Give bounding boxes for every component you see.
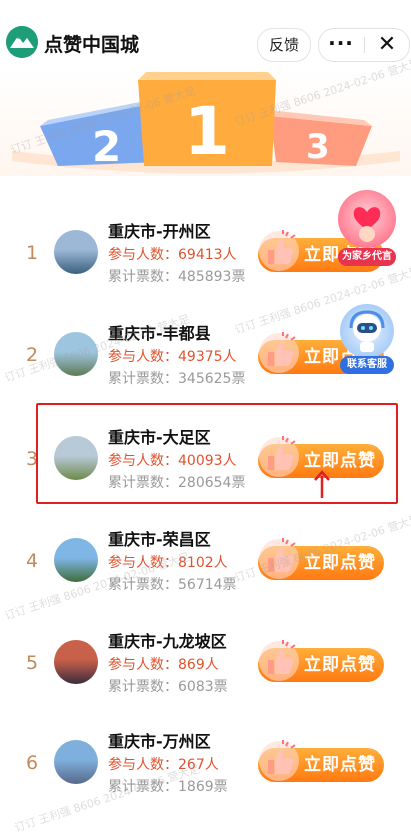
vote-button[interactable]: 立即点赞 <box>258 740 384 782</box>
arrow-annotation <box>314 470 330 498</box>
city-name: 重庆市-开州区 <box>108 222 211 241</box>
participant-count: 参与人数：869人 <box>108 657 219 673</box>
participant-count: 参与人数：69413人 <box>108 247 237 263</box>
hometown-endorse-label[interactable]: 为家乡代言 <box>338 248 396 266</box>
city-thumbnail <box>54 538 98 582</box>
vote-total: 累计票数：6083票 <box>108 679 228 695</box>
customer-service-label[interactable]: 联系客服 <box>340 356 394 374</box>
hometown-endorse-icon[interactable] <box>338 190 396 248</box>
customer-service-robot-icon[interactable] <box>340 304 394 358</box>
rank-number: 4 <box>25 550 39 572</box>
vote-button[interactable]: 立即点赞 <box>258 640 384 682</box>
podium-number-1: 1 <box>184 93 230 170</box>
vote-total: 累计票数：345625票 <box>108 371 246 387</box>
rank-number: 6 <box>25 752 39 774</box>
thumbs-up-hand-icon <box>259 640 299 681</box>
app-logo <box>6 26 38 58</box>
thumbs-up-hand-icon <box>259 740 299 781</box>
mini-program-capsule: ··· ✕ <box>318 28 410 62</box>
close-icon[interactable]: ✕ <box>365 29 409 61</box>
vote-button-label: 立即点赞 <box>304 755 376 775</box>
podium-number-3: 3 <box>306 127 330 167</box>
vote-button-label: 立即点赞 <box>304 655 376 675</box>
thumbs-up-hand-icon <box>259 332 299 373</box>
city-thumbnail <box>54 230 98 274</box>
feedback-button[interactable]: 反馈 <box>257 28 311 62</box>
more-icon[interactable]: ··· <box>319 29 363 61</box>
vote-total: 累计票数：485893票 <box>108 269 246 285</box>
ranking-row: 6 重庆市-万州区 参与人数：267人 累计票数：1869票 立即点赞 <box>0 712 411 812</box>
ranking-row: 5 重庆市-九龙坡区 参与人数：869人 累计票数：6083票 立即点赞 <box>0 612 411 712</box>
city-thumbnail <box>54 740 98 784</box>
rank-number: 5 <box>25 652 39 674</box>
app-title: 点赞中国城 <box>44 34 140 56</box>
rank-number: 1 <box>25 242 39 264</box>
thumbs-up-hand-icon <box>259 230 299 271</box>
city-name: 重庆市-万州区 <box>108 732 211 751</box>
city-name: 重庆市-九龙坡区 <box>108 632 227 651</box>
city-thumbnail <box>54 640 98 684</box>
participant-count: 参与人数：49375人 <box>108 349 237 365</box>
city-name: 重庆市-荣昌区 <box>108 530 211 549</box>
highlight-box <box>36 403 398 504</box>
